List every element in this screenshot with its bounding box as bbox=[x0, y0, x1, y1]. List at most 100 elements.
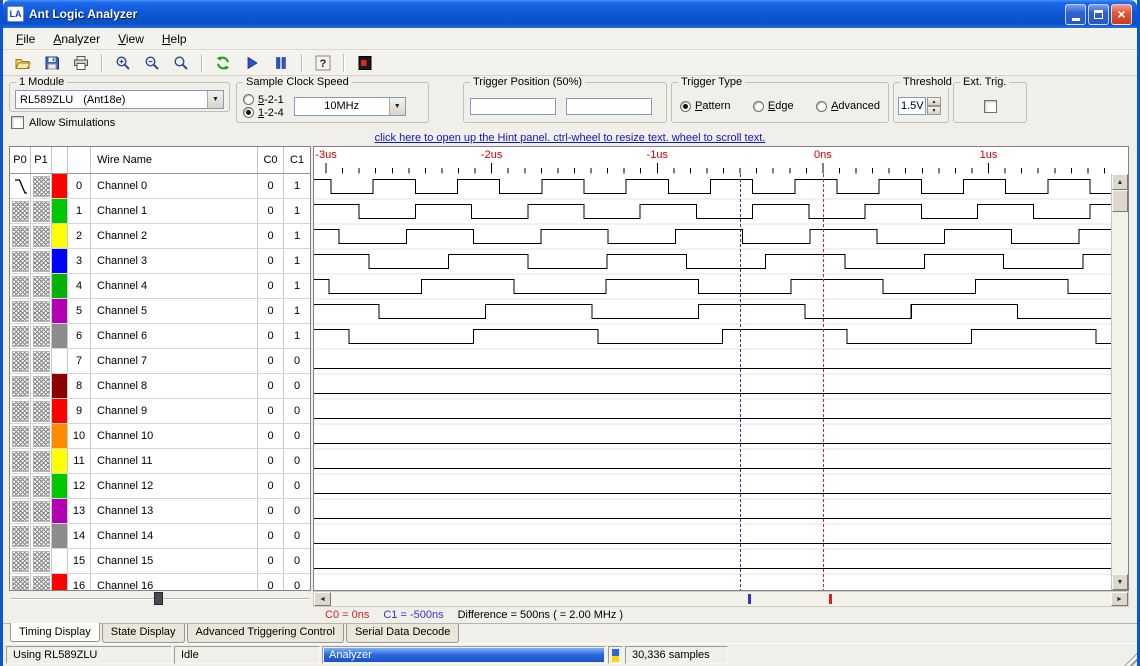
p0-pattern-cell[interactable] bbox=[10, 424, 31, 448]
channel-name[interactable]: Channel 11 bbox=[91, 449, 258, 473]
channel-name[interactable]: Channel 3 bbox=[91, 249, 258, 273]
channel-row[interactable]: 10Channel 1000 bbox=[10, 424, 310, 449]
zoom-out-button[interactable] bbox=[139, 52, 164, 74]
channel-name[interactable]: Channel 12 bbox=[91, 474, 258, 498]
p0-pattern-cell[interactable] bbox=[10, 449, 31, 473]
channel-name[interactable]: Channel 7 bbox=[91, 349, 258, 373]
p0-pattern-cell[interactable] bbox=[10, 324, 31, 348]
time-ruler[interactable]: -3us-2us-1us0ns1us bbox=[314, 147, 1111, 174]
channel-name[interactable]: Channel 6 bbox=[91, 324, 258, 348]
cursor-c1-line[interactable] bbox=[740, 174, 741, 590]
hint-link[interactable]: click here to open up the Hint panel. ct… bbox=[375, 132, 766, 144]
p0-pattern-cell[interactable] bbox=[10, 274, 31, 298]
waveform-scrollbar[interactable]: ◄ ► bbox=[313, 591, 1129, 607]
channel-row[interactable]: 4Channel 401 bbox=[10, 274, 310, 299]
channel-row[interactable]: 15Channel 1500 bbox=[10, 549, 310, 574]
p1-pattern-cell[interactable] bbox=[31, 574, 52, 590]
channel-name[interactable]: Channel 2 bbox=[91, 224, 258, 248]
p1-pattern-cell[interactable] bbox=[31, 524, 52, 548]
channel-row[interactable]: 3Channel 301 bbox=[10, 249, 310, 274]
p0-pattern-cell[interactable] bbox=[10, 524, 31, 548]
scroll-left-button[interactable]: ◄ bbox=[314, 592, 331, 606]
channel-row[interactable]: 14Channel 1400 bbox=[10, 524, 310, 549]
p0-pattern-cell[interactable] bbox=[10, 474, 31, 498]
zoom-in-button[interactable] bbox=[110, 52, 135, 74]
open-file-button[interactable] bbox=[10, 52, 35, 74]
p1-pattern-cell[interactable] bbox=[31, 224, 52, 248]
p1-pattern-cell[interactable] bbox=[31, 249, 52, 273]
channel-name[interactable]: Channel 9 bbox=[91, 399, 258, 423]
channel-row[interactable]: 6Channel 601 bbox=[10, 324, 310, 349]
p1-pattern-cell[interactable] bbox=[31, 374, 52, 398]
p1-pattern-cell[interactable] bbox=[31, 424, 52, 448]
p1-pattern-cell[interactable] bbox=[31, 324, 52, 348]
module-select[interactable]: RL589ZLU(Ant18e) ▼ bbox=[15, 90, 224, 109]
scroll-down-button[interactable]: ▼ bbox=[1112, 574, 1128, 590]
clock-radio-5-2-1[interactable]: 5-2-1 bbox=[243, 94, 284, 106]
cursor-c0-mark[interactable] bbox=[829, 594, 832, 604]
p0-pattern-cell[interactable] bbox=[10, 224, 31, 248]
allow-simulations-checkbox[interactable] bbox=[11, 116, 24, 129]
p0-pattern-cell[interactable] bbox=[10, 249, 31, 273]
channel-row[interactable]: 5Channel 501 bbox=[10, 299, 310, 324]
ext-trig-checkbox[interactable] bbox=[984, 100, 997, 113]
slider-thumb[interactable] bbox=[154, 592, 163, 605]
menu-item-view[interactable]: View bbox=[109, 29, 153, 49]
p0-pattern-cell[interactable] bbox=[10, 199, 31, 223]
p1-pattern-cell[interactable] bbox=[31, 349, 52, 373]
p0-pattern-cell[interactable] bbox=[10, 399, 31, 423]
p1-pattern-cell[interactable] bbox=[31, 449, 52, 473]
p0-pattern-cell[interactable] bbox=[10, 174, 31, 198]
cursor-c1-mark[interactable] bbox=[748, 594, 751, 604]
clock-speed-select[interactable]: 10MHz ▼ bbox=[294, 97, 406, 116]
channel-name[interactable]: Channel 0 bbox=[91, 174, 258, 198]
p1-pattern-cell[interactable] bbox=[31, 274, 52, 298]
p1-pattern-cell[interactable] bbox=[31, 199, 52, 223]
channel-name[interactable]: Channel 1 bbox=[91, 199, 258, 223]
chevron-down-icon[interactable]: ▼ bbox=[389, 98, 405, 115]
vertical-scrollbar[interactable]: ▲ ▼ bbox=[1111, 174, 1128, 590]
channel-name[interactable]: Channel 14 bbox=[91, 524, 258, 548]
trigger-type-radio-advanced[interactable]: Advanced bbox=[816, 100, 880, 112]
stop-button[interactable] bbox=[352, 52, 377, 74]
tab-advanced-triggering-control[interactable]: Advanced Triggering Control bbox=[187, 624, 344, 643]
spinner-up-button[interactable]: ▲ bbox=[927, 97, 941, 106]
resize-grip[interactable] bbox=[1124, 653, 1137, 666]
channel-row[interactable]: 2Channel 201 bbox=[10, 224, 310, 249]
spinner-down-button[interactable]: ▼ bbox=[927, 106, 941, 115]
scroll-thumb[interactable] bbox=[1112, 190, 1128, 212]
channel-row[interactable]: 9Channel 900 bbox=[10, 399, 310, 424]
menu-item-file[interactable]: File bbox=[7, 29, 44, 49]
trigger-type-radio-edge[interactable]: Edge bbox=[753, 100, 794, 112]
channel-name[interactable]: Channel 5 bbox=[91, 299, 258, 323]
menu-item-analyzer[interactable]: Analyzer bbox=[44, 29, 109, 49]
save-button[interactable] bbox=[39, 52, 64, 74]
channel-row[interactable]: 1Channel 101 bbox=[10, 199, 310, 224]
p1-pattern-cell[interactable] bbox=[31, 499, 52, 523]
threshold-field[interactable]: 1.5V bbox=[898, 97, 926, 115]
help-button[interactable]: ? bbox=[310, 52, 335, 74]
p0-pattern-cell[interactable] bbox=[10, 499, 31, 523]
minimize-button[interactable] bbox=[1065, 4, 1086, 25]
p0-pattern-cell[interactable] bbox=[10, 349, 31, 373]
p1-pattern-cell[interactable] bbox=[31, 474, 52, 498]
p0-pattern-cell[interactable] bbox=[10, 574, 31, 590]
maximize-button[interactable] bbox=[1088, 4, 1109, 25]
scroll-track[interactable] bbox=[1112, 190, 1128, 574]
p1-pattern-cell[interactable] bbox=[31, 299, 52, 323]
channel-name[interactable]: Channel 10 bbox=[91, 424, 258, 448]
channel-name[interactable]: Channel 15 bbox=[91, 549, 258, 573]
p0-pattern-cell[interactable] bbox=[10, 299, 31, 323]
scroll-right-button[interactable]: ► bbox=[1111, 592, 1128, 606]
channel-row[interactable]: 12Channel 1200 bbox=[10, 474, 310, 499]
waveform-display[interactable] bbox=[314, 174, 1111, 590]
run-button[interactable] bbox=[239, 52, 264, 74]
zoom-button[interactable] bbox=[168, 52, 193, 74]
channel-row[interactable]: 7Channel 700 bbox=[10, 349, 310, 374]
channel-row[interactable]: 8Channel 800 bbox=[10, 374, 310, 399]
channel-name[interactable]: Channel 16 bbox=[91, 574, 258, 590]
trigger-position-field-1[interactable] bbox=[470, 98, 556, 115]
pause-button[interactable] bbox=[268, 52, 293, 74]
menu-item-help[interactable]: Help bbox=[153, 29, 196, 49]
channel-name[interactable]: Channel 13 bbox=[91, 499, 258, 523]
